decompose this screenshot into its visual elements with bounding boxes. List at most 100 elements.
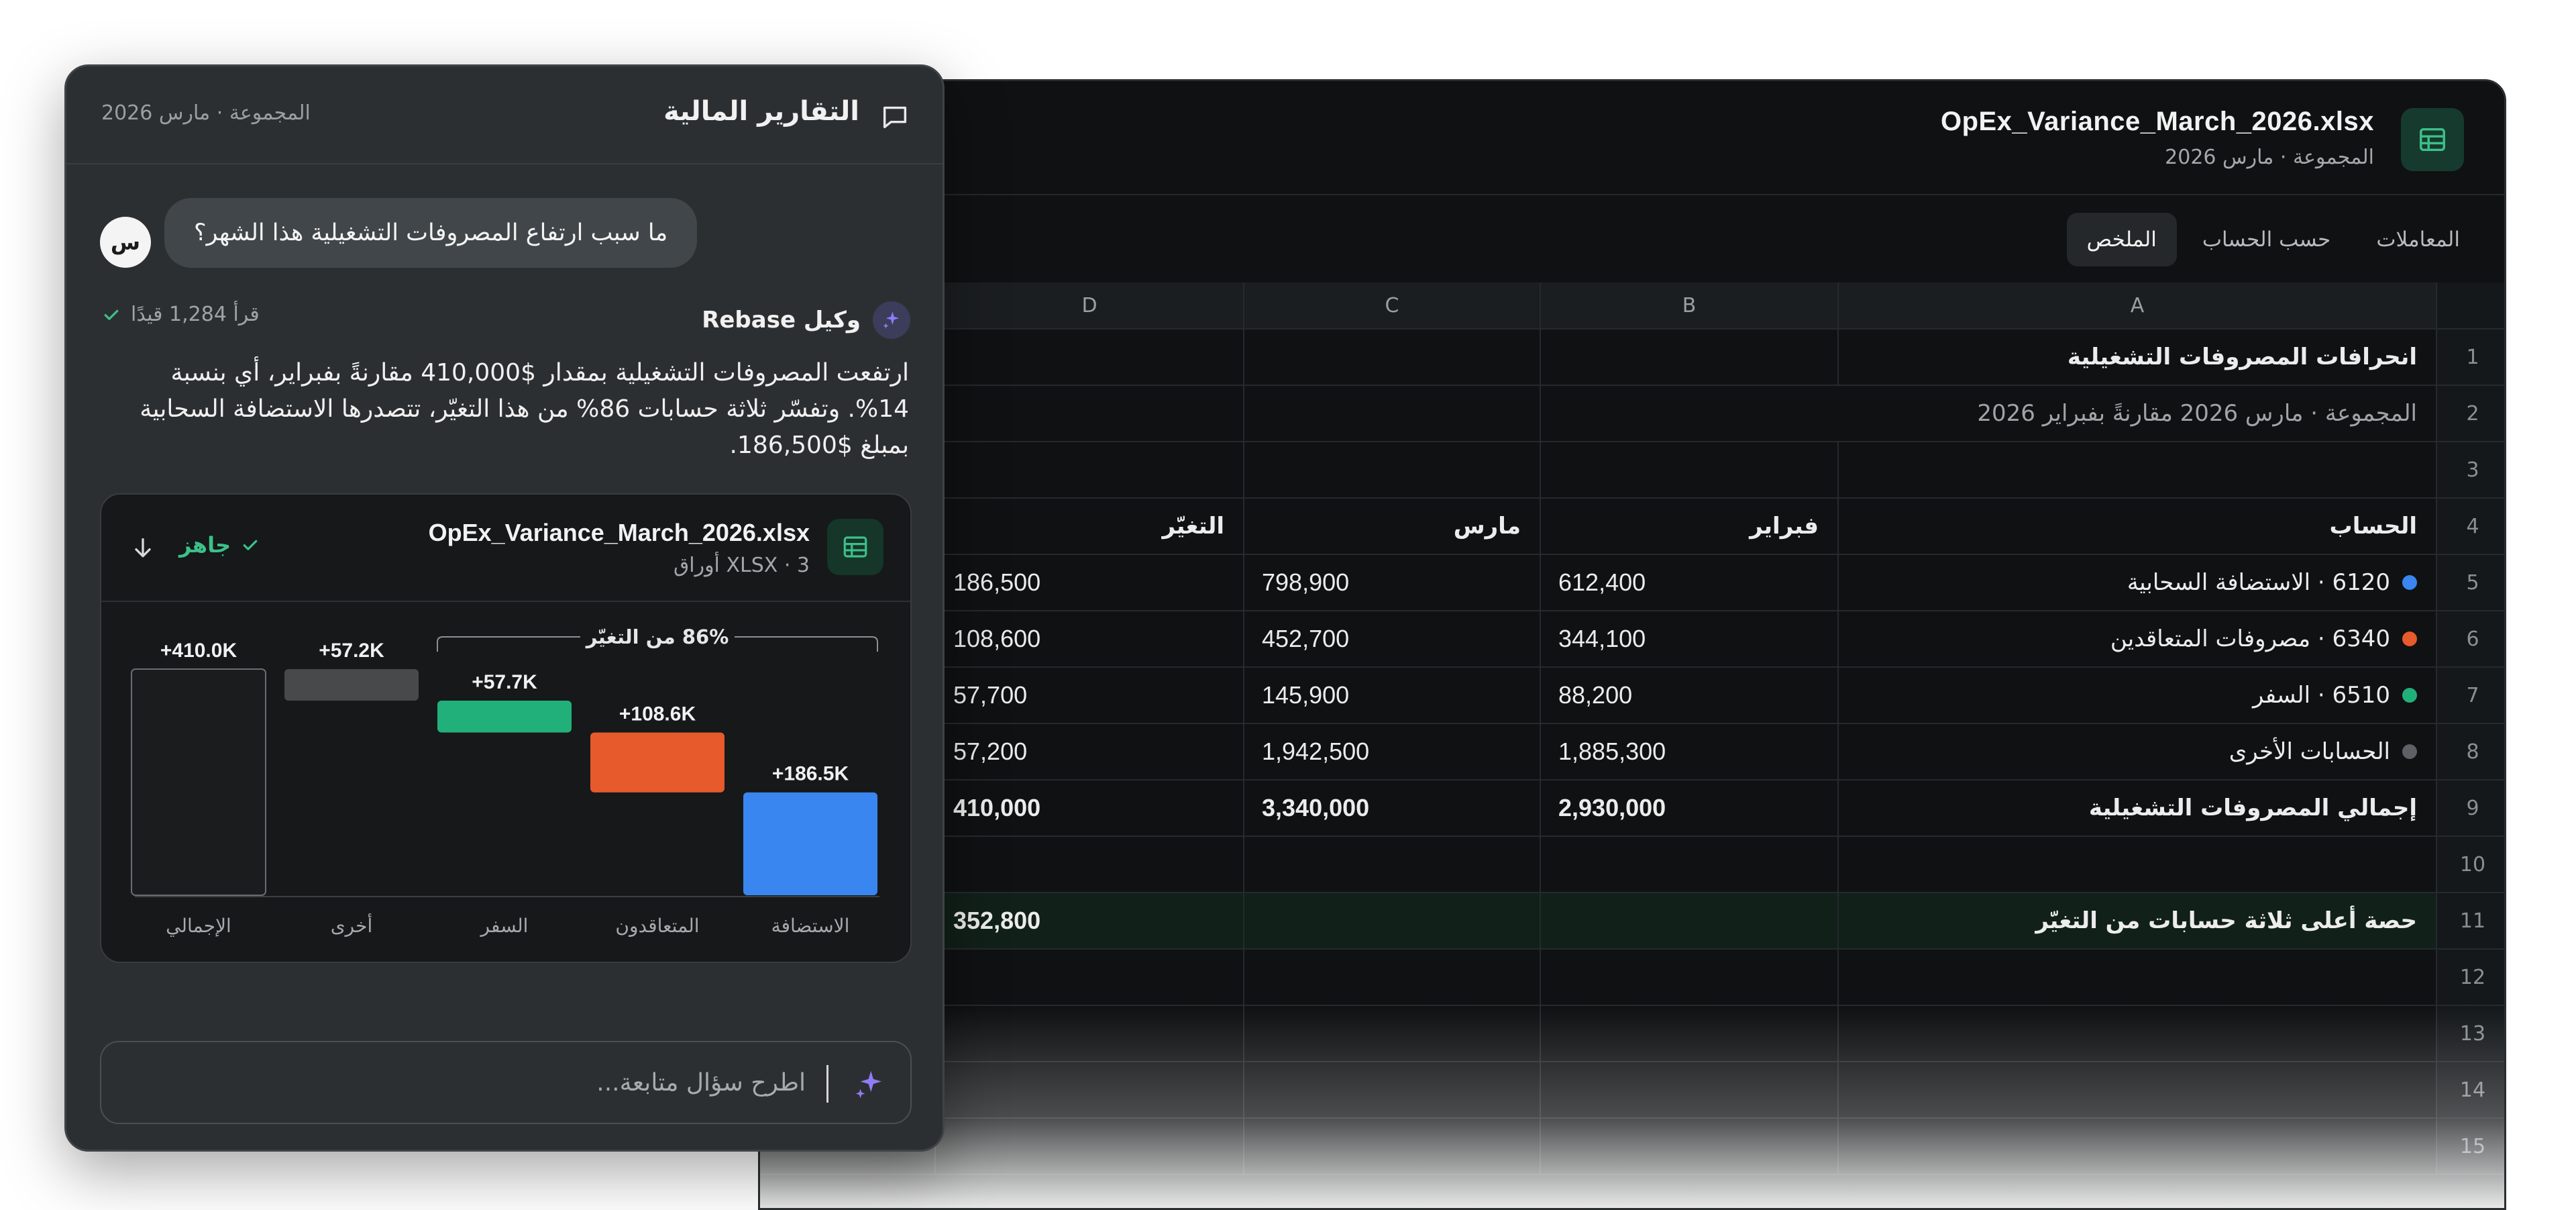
- cell-d12[interactable]: [934, 950, 1243, 1005]
- row-number[interactable]: 8: [2436, 724, 2504, 779]
- cell-d5[interactable]: 186,500: [934, 555, 1243, 610]
- cell-a15[interactable]: [1837, 1119, 2436, 1174]
- cell-d14[interactable]: [934, 1062, 1243, 1117]
- row-number[interactable]: 4: [2436, 499, 2504, 554]
- row-number[interactable]: 11: [2436, 893, 2504, 948]
- cell-b1[interactable]: [1540, 330, 1837, 385]
- cell-a12[interactable]: [1837, 950, 2436, 1005]
- contractors-color-dot: [2402, 632, 2417, 646]
- cell-a10[interactable]: [1837, 837, 2436, 892]
- table-row: 12: [760, 950, 2504, 1006]
- cell-c5[interactable]: 798,900: [1243, 555, 1540, 610]
- cell-b7[interactable]: 88,200: [1540, 668, 1837, 723]
- tab-transactions[interactable]: المعاملات: [2356, 213, 2480, 266]
- cell-d3[interactable]: [934, 442, 1243, 497]
- table-row: التغيّر مارس فبراير الحساب 4: [760, 499, 2504, 555]
- cell-b10[interactable]: [1540, 837, 1837, 892]
- cell-a4[interactable]: الحساب: [1837, 499, 2436, 554]
- cell-b8[interactable]: 1,885,300: [1540, 724, 1837, 779]
- table-row: 15: [760, 1119, 2504, 1175]
- cell-b9[interactable]: 2,930,000: [1540, 780, 1837, 836]
- sparkle-icon: [873, 301, 910, 339]
- cell-a1[interactable]: انحرافات المصروفات التشغيلية: [1837, 330, 2436, 385]
- cell-d15[interactable]: [934, 1119, 1243, 1174]
- cell-d8[interactable]: 57,200: [934, 724, 1243, 779]
- chat-panel: التقارير المالية المجموعة · مارس 2026 س …: [64, 64, 945, 1152]
- category-label: السفر: [480, 915, 529, 937]
- row-number[interactable]: 14: [2436, 1062, 2504, 1117]
- cell-c11[interactable]: [1243, 893, 1540, 948]
- row-number[interactable]: 6: [2436, 611, 2504, 666]
- row-number[interactable]: 5: [2436, 555, 2504, 610]
- cell-c9[interactable]: 3,340,000: [1243, 780, 1540, 836]
- cell-b13[interactable]: [1540, 1006, 1837, 1061]
- cell-a11[interactable]: حصة أعلى ثلاثة حسابات من التغيّر: [1837, 893, 2436, 948]
- tab-by-account[interactable]: حسب الحساب: [2182, 213, 2351, 266]
- cell-b4[interactable]: فبراير: [1540, 499, 1837, 554]
- followup-input[interactable]: [202, 1042, 806, 1123]
- cell-b14[interactable]: [1540, 1062, 1837, 1117]
- cell-c6[interactable]: 452,700: [1243, 611, 1540, 666]
- cell-c7[interactable]: 145,900: [1243, 668, 1540, 723]
- download-button[interactable]: [125, 531, 160, 566]
- cell-d11[interactable]: 352,800: [934, 893, 1243, 948]
- cell-d4[interactable]: التغيّر: [934, 499, 1243, 554]
- cell-d2[interactable]: [934, 386, 1243, 441]
- row-number[interactable]: 1: [2436, 330, 2504, 385]
- cell-a9[interactable]: إجمالي المصروفات التشغيلية: [1837, 780, 2436, 836]
- cell-c10[interactable]: [1243, 837, 1540, 892]
- cell-a13[interactable]: [1837, 1006, 2436, 1061]
- cell-d6[interactable]: 108,600: [934, 611, 1243, 666]
- row-number[interactable]: 13: [2436, 1006, 2504, 1061]
- cell-a5[interactable]: 6120 · الاستضافة السحابية: [1837, 555, 2436, 610]
- column-header-b[interactable]: B: [1540, 283, 1837, 328]
- row-number[interactable]: 7: [2436, 668, 2504, 723]
- column-header-c[interactable]: C: [1243, 283, 1540, 328]
- cell-c3[interactable]: [1243, 442, 1540, 497]
- cell-b6[interactable]: 344,100: [1540, 611, 1837, 666]
- cell-c8[interactable]: 1,942,500: [1243, 724, 1540, 779]
- cell-a6[interactable]: 6340 · مصروفات المتعاقدين: [1837, 611, 2436, 666]
- column-header-a[interactable]: A: [1837, 283, 2436, 328]
- cell-c1[interactable]: [1243, 330, 1540, 385]
- cell-c14[interactable]: [1243, 1062, 1540, 1117]
- cell-d10[interactable]: [934, 837, 1243, 892]
- cell-b11[interactable]: [1540, 893, 1837, 948]
- row-number[interactable]: 15: [2436, 1119, 2504, 1174]
- annotation-label: 86% من التغيّر: [585, 625, 729, 648]
- column-header-d[interactable]: D: [934, 283, 1243, 328]
- table-row: 14: [760, 1062, 2504, 1119]
- row-number[interactable]: 2: [2436, 386, 2504, 441]
- cell-b5[interactable]: 612,400: [1540, 555, 1837, 610]
- table-row: 57,200 1,942,500 1,885,300 الحسابات الأخ…: [760, 724, 2504, 780]
- cell-b15[interactable]: [1540, 1119, 1837, 1174]
- row-number[interactable]: 10: [2436, 837, 2504, 892]
- table-row: 3: [760, 442, 2504, 499]
- cell-c2[interactable]: [1243, 386, 1540, 441]
- cell-a3[interactable]: [1837, 442, 2436, 497]
- cell-a7[interactable]: 6510 · السفر: [1837, 668, 2436, 723]
- cell-b12[interactable]: [1540, 950, 1837, 1005]
- row-number[interactable]: 12: [2436, 950, 2504, 1005]
- cell-c12[interactable]: [1243, 950, 1540, 1005]
- cell-c4[interactable]: مارس: [1243, 499, 1540, 554]
- cell-a2[interactable]: المجموعة · مارس 2026 مقارنةً بفبراير 202…: [1540, 386, 2436, 441]
- cell-c15[interactable]: [1243, 1119, 1540, 1174]
- corner-cell[interactable]: [2436, 283, 2504, 328]
- status-badge: جاهز: [179, 532, 260, 558]
- cell-d9[interactable]: 410,000: [934, 780, 1243, 836]
- file-attachment-card[interactable]: OpEx_Variance_March_2026.xlsx XLSX · 3 أ…: [100, 493, 912, 963]
- cell-b3[interactable]: [1540, 442, 1837, 497]
- tab-summary[interactable]: الملخص: [2066, 213, 2177, 266]
- cell-c13[interactable]: [1243, 1006, 1540, 1061]
- row-number[interactable]: 9: [2436, 780, 2504, 836]
- bar-value-label: +108.6K: [619, 703, 696, 725]
- cell-d13[interactable]: [934, 1006, 1243, 1061]
- cell-a8[interactable]: الحسابات الأخرى: [1837, 724, 2436, 779]
- chart-bar-0: [743, 792, 877, 895]
- row-number[interactable]: 3: [2436, 442, 2504, 497]
- cell-d7[interactable]: 57,700: [934, 668, 1243, 723]
- bar-value-label: +57.2K: [319, 640, 384, 662]
- cell-d1[interactable]: [934, 330, 1243, 385]
- cell-a14[interactable]: [1837, 1062, 2436, 1117]
